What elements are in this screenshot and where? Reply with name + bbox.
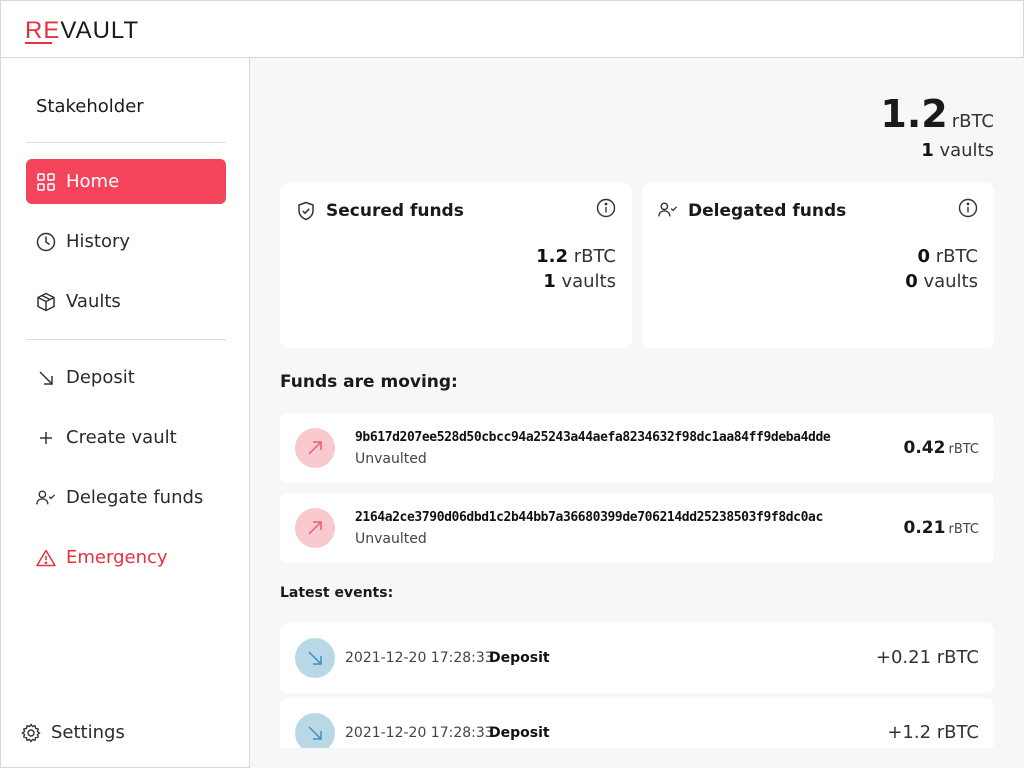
shield-check-icon <box>296 201 316 221</box>
txid: 2164a2ce3790d06dbd1c2b44bb7a36680399de70… <box>355 510 823 525</box>
sidebar-item-home[interactable]: Home <box>26 159 226 204</box>
arrow-down-right-icon <box>295 638 335 678</box>
info-icon[interactable] <box>958 198 978 218</box>
sidebar-item-label: Emergency <box>66 547 168 568</box>
revault-logo[interactable]: REVAULT <box>25 17 139 45</box>
sidebar: Stakeholder Home History Vaults Deposit … <box>0 58 250 768</box>
sidebar-item-vaults[interactable]: Vaults <box>26 279 226 324</box>
event-date: 2021-12-20 17:28:33 <box>345 650 494 666</box>
sidebar-item-label: Deposit <box>66 367 135 388</box>
grid-icon <box>36 172 56 192</box>
secured-funds-card: Secured funds 1.2 rBTC 1 vaults <box>280 183 632 348</box>
total-vaults: 1 vaults <box>921 140 994 161</box>
sidebar-item-label: Home <box>66 171 120 192</box>
sidebar-item-label: Vaults <box>66 291 121 312</box>
card-title: Delegated funds <box>658 201 846 221</box>
arrow-up-right-icon <box>295 428 335 468</box>
event-kind: Deposit <box>489 650 550 666</box>
event-row[interactable]: 2021-12-20 17:28:33 Deposit +0.21 rBTC <box>280 623 994 693</box>
top-bar: REVAULT <box>0 0 1024 58</box>
vault-status: Unvaulted <box>355 531 427 547</box>
arrow-down-right-icon <box>36 368 56 388</box>
sidebar-item-create-vault[interactable]: Create vault <box>26 415 226 460</box>
gear-icon <box>21 722 41 743</box>
settings-label: Settings <box>51 722 125 743</box>
event-amount: +0.21 rBTC <box>875 647 979 668</box>
vault-status: Unvaulted <box>355 451 427 467</box>
secured-vaults: 1 vaults <box>543 271 616 292</box>
moving-row[interactable]: 2164a2ce3790d06dbd1c2b44bb7a36680399de70… <box>280 493 994 563</box>
event-row[interactable]: 2021-12-20 17:28:33 Deposit +1.2 rBTC <box>280 698 994 748</box>
plus-icon <box>36 428 56 448</box>
moving-amount: 0.42 rBTC <box>903 438 979 458</box>
delegated-vaults: 0 vaults <box>905 271 978 292</box>
role-label: Stakeholder <box>36 96 144 117</box>
user-check-icon <box>658 201 678 221</box>
sidebar-item-label: History <box>66 231 131 252</box>
box-icon <box>36 292 56 312</box>
logo-accent <box>25 42 52 44</box>
latest-events-title: Latest events: <box>280 585 394 601</box>
secured-amount: 1.2 rBTC <box>536 246 616 267</box>
sidebar-item-label: Delegate funds <box>66 487 204 508</box>
sidebar-item-deposit[interactable]: Deposit <box>26 355 226 400</box>
warning-icon <box>36 548 56 568</box>
event-kind: Deposit <box>489 725 550 741</box>
event-date: 2021-12-20 17:28:33 <box>345 725 494 741</box>
settings-button[interactable]: Settings <box>21 722 125 743</box>
sidebar-item-history[interactable]: History <box>26 219 226 264</box>
moving-row[interactable]: 9b617d207ee528d50cbcc94a25243a44aefa8234… <box>280 413 994 483</box>
delegated-amount: 0 rBTC <box>917 246 978 267</box>
moving-amount: 0.21 rBTC <box>903 518 979 538</box>
sidebar-item-delegate-funds[interactable]: Delegate funds <box>26 475 226 520</box>
sidebar-divider <box>26 142 226 143</box>
info-icon[interactable] <box>596 198 616 218</box>
sidebar-item-label: Create vault <box>66 427 177 448</box>
clock-icon <box>36 232 56 252</box>
sidebar-item-emergency[interactable]: Emergency <box>26 535 226 580</box>
user-check-icon <box>36 488 56 508</box>
total-balance: 1.2 rBTC <box>880 92 994 136</box>
arrow-up-right-icon <box>295 508 335 548</box>
sidebar-divider <box>26 339 226 340</box>
funds-moving-title: Funds are moving: <box>280 372 458 392</box>
event-amount: +1.2 rBTC <box>887 722 979 743</box>
delegated-funds-card: Delegated funds 0 rBTC 0 vaults <box>642 183 994 348</box>
txid: 9b617d207ee528d50cbcc94a25243a44aefa8234… <box>355 430 831 445</box>
card-title: Secured funds <box>296 201 464 221</box>
arrow-down-right-icon <box>295 713 335 748</box>
main-content: 1.2 rBTC 1 vaults Secured funds 1.2 rBTC … <box>250 58 1024 748</box>
